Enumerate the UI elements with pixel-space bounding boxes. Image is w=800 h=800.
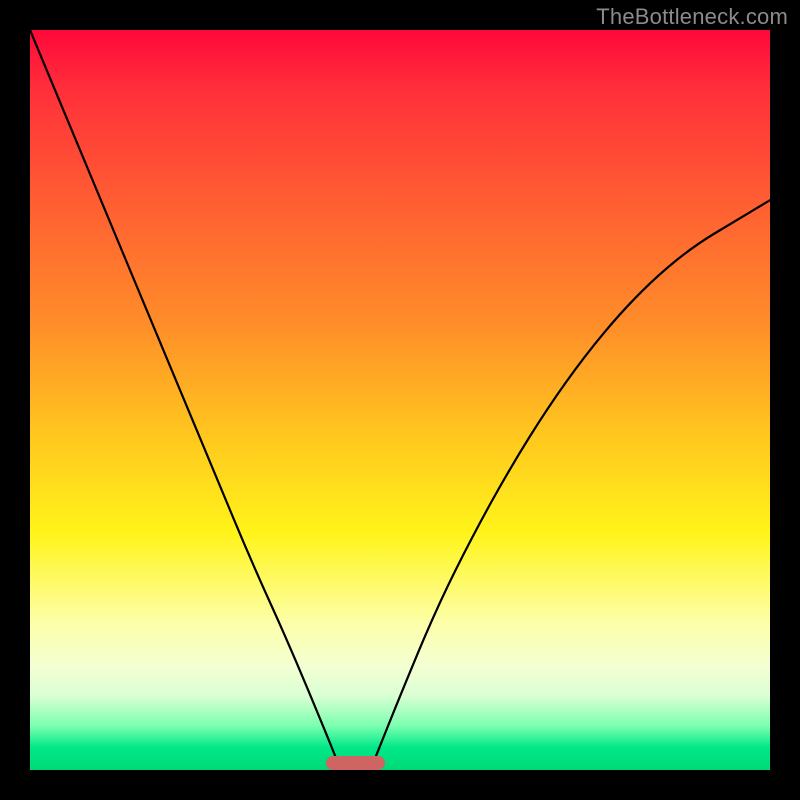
watermark-text: TheBottleneck.com (596, 4, 788, 30)
right-curve-path (370, 200, 770, 770)
optimal-marker (326, 756, 385, 770)
plot-area (30, 30, 770, 770)
chart-stage: TheBottleneck.com (0, 0, 800, 800)
curves-layer (30, 30, 770, 770)
left-curve-path (30, 30, 341, 770)
